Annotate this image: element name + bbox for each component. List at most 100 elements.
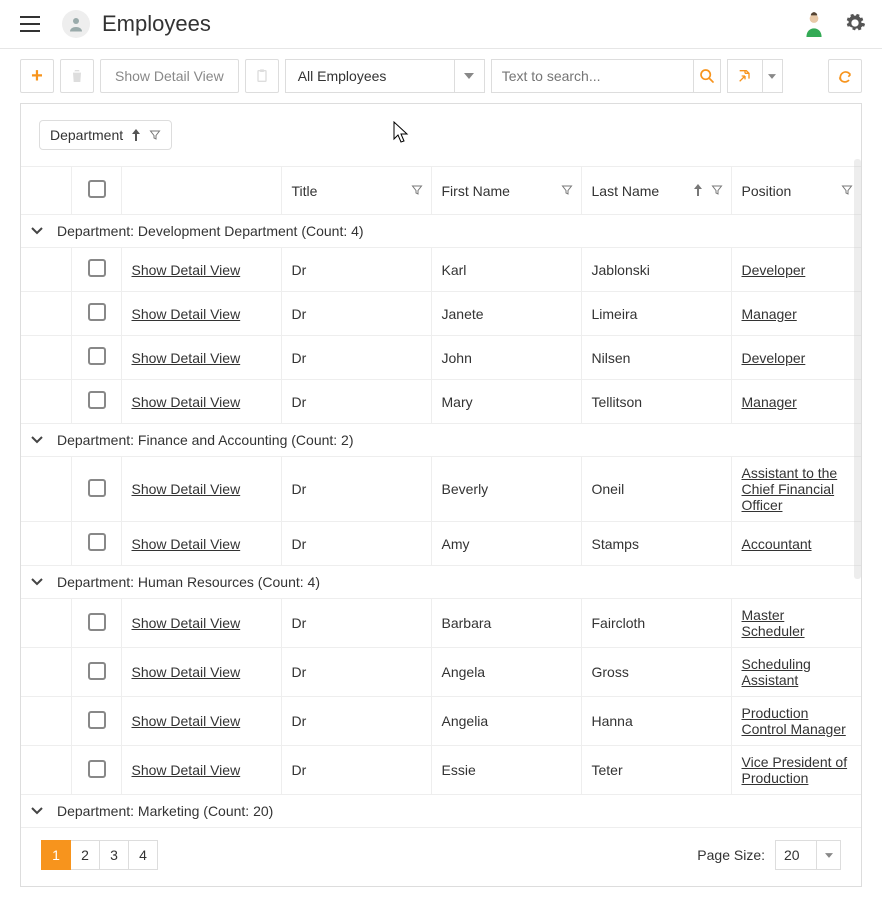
detail-link[interactable]: Show Detail View bbox=[132, 615, 241, 631]
detail-link[interactable]: Show Detail View bbox=[132, 536, 241, 552]
row-checkbox[interactable] bbox=[88, 613, 106, 631]
cell-first-name: Karl bbox=[431, 248, 581, 292]
cell-first-name: Mary bbox=[431, 380, 581, 424]
column-header-first-name[interactable]: First Name bbox=[431, 167, 581, 215]
group-header: Department: Human Resources (Count: 4) bbox=[57, 574, 320, 590]
cell-last-name: Nilsen bbox=[581, 336, 731, 380]
filter-select-label: All Employees bbox=[286, 68, 454, 84]
cell-last-name: Stamps bbox=[581, 522, 731, 566]
clipboard-icon bbox=[254, 68, 270, 84]
cell-first-name: Angelia bbox=[431, 697, 581, 746]
position-link[interactable]: Scheduling Assistant bbox=[742, 656, 811, 688]
row-checkbox[interactable] bbox=[88, 259, 106, 277]
detail-link[interactable]: Show Detail View bbox=[132, 394, 241, 410]
detail-link[interactable]: Show Detail View bbox=[132, 350, 241, 366]
detail-link[interactable]: Show Detail View bbox=[132, 664, 241, 680]
filter-select[interactable]: All Employees bbox=[285, 59, 485, 93]
position-link[interactable]: Developer bbox=[742, 350, 806, 366]
chevron-down-icon bbox=[768, 74, 776, 79]
page-button[interactable]: 2 bbox=[70, 840, 100, 870]
detail-header bbox=[121, 167, 281, 215]
cell-last-name: Hanna bbox=[581, 697, 731, 746]
table-row: Show Detail View DrAngeliaHanna Production… bbox=[21, 697, 861, 746]
position-link[interactable]: Production Control Manager bbox=[742, 705, 846, 737]
group-row[interactable]: Department: Marketing (Count: 20) bbox=[21, 795, 861, 828]
hamburger-icon bbox=[20, 16, 40, 32]
position-link[interactable]: Developer bbox=[742, 262, 806, 278]
cell-title: Dr bbox=[281, 292, 431, 336]
table-row: Show Detail ViewDrAngelaGrossScheduling … bbox=[21, 648, 861, 697]
group-row[interactable]: Department: Finance and Accounting (Coun… bbox=[21, 424, 861, 457]
cell-title: Dr bbox=[281, 746, 431, 795]
row-checkbox[interactable] bbox=[88, 760, 106, 778]
cell-last-name: Jablonski bbox=[581, 248, 731, 292]
position-link[interactable]: Manager bbox=[742, 394, 797, 410]
group-row[interactable]: Department: Development Department (Coun… bbox=[21, 215, 861, 248]
plus-icon: + bbox=[31, 65, 43, 88]
filter-icon[interactable] bbox=[841, 184, 853, 196]
position-link[interactable]: Manager bbox=[742, 306, 797, 322]
cell-title: Dr bbox=[281, 457, 431, 522]
settings-button[interactable] bbox=[844, 12, 866, 37]
export-icon bbox=[737, 68, 753, 84]
trash-icon bbox=[69, 68, 85, 84]
select-all-header[interactable] bbox=[71, 167, 121, 215]
page-size-select[interactable]: 20 bbox=[775, 840, 841, 870]
row-checkbox[interactable] bbox=[88, 347, 106, 365]
filter-icon[interactable] bbox=[711, 184, 723, 196]
column-header-position[interactable]: Position bbox=[731, 167, 861, 215]
table-row: Show Detail ViewDrJohnNilsenDeveloper bbox=[21, 336, 861, 380]
page-size-label: Page Size: bbox=[697, 847, 765, 863]
cell-title: Dr bbox=[281, 697, 431, 746]
search-button[interactable] bbox=[693, 60, 720, 92]
sort-asc-icon bbox=[131, 129, 141, 141]
scrollbar[interactable] bbox=[854, 159, 861, 579]
cell-title: Dr bbox=[281, 380, 431, 424]
refresh-icon bbox=[837, 68, 853, 84]
row-checkbox[interactable] bbox=[88, 391, 106, 409]
group-header: Department: Marketing (Count: 20) bbox=[57, 803, 273, 819]
page-button[interactable]: 4 bbox=[128, 840, 158, 870]
user-avatar[interactable] bbox=[800, 10, 828, 38]
group-row[interactable]: Department: Human Resources (Count: 4) bbox=[21, 566, 861, 599]
cell-first-name: Amy bbox=[431, 522, 581, 566]
detail-link[interactable]: Show Detail View bbox=[132, 762, 241, 778]
delete-button[interactable] bbox=[60, 59, 94, 93]
pager: 1234 bbox=[41, 840, 158, 870]
gear-icon bbox=[844, 12, 866, 34]
filter-icon[interactable] bbox=[561, 184, 573, 196]
search-input[interactable] bbox=[492, 68, 693, 84]
chevron-down-icon bbox=[816, 841, 840, 869]
chevron-down-icon bbox=[454, 60, 484, 92]
filter-icon[interactable] bbox=[411, 184, 423, 196]
refresh-button[interactable] bbox=[828, 59, 862, 93]
detail-link[interactable]: Show Detail View bbox=[132, 481, 241, 497]
position-link[interactable]: Accountant bbox=[742, 536, 812, 552]
column-header-title[interactable]: Title bbox=[281, 167, 431, 215]
show-detail-view-button[interactable]: Show Detail View bbox=[100, 59, 239, 93]
export-button[interactable] bbox=[728, 60, 762, 92]
cell-first-name: Barbara bbox=[431, 599, 581, 648]
cell-first-name: Beverly bbox=[431, 457, 581, 522]
row-checkbox[interactable] bbox=[88, 479, 106, 497]
page-button[interactable]: 3 bbox=[99, 840, 129, 870]
column-header-last-name[interactable]: Last Name bbox=[581, 167, 731, 215]
menu-button[interactable] bbox=[16, 12, 44, 36]
position-link[interactable]: Vice President of Production bbox=[742, 754, 848, 786]
cell-last-name: Limeira bbox=[581, 292, 731, 336]
row-checkbox[interactable] bbox=[88, 662, 106, 680]
page-button[interactable]: 1 bbox=[41, 840, 71, 870]
export-dropdown[interactable] bbox=[762, 60, 782, 92]
cell-title: Dr bbox=[281, 336, 431, 380]
row-checkbox[interactable] bbox=[88, 533, 106, 551]
detail-link[interactable]: Show Detail View bbox=[132, 306, 241, 322]
group-by-chip[interactable]: Department bbox=[39, 120, 172, 150]
new-button[interactable]: + bbox=[20, 59, 54, 93]
detail-link[interactable]: Show Detail View bbox=[132, 713, 241, 729]
row-checkbox[interactable] bbox=[88, 303, 106, 321]
position-link[interactable]: Assistant to the Chief Financial Officer bbox=[742, 465, 838, 513]
select-all-checkbox[interactable] bbox=[88, 180, 106, 198]
clipboard-button[interactable] bbox=[245, 59, 279, 93]
position-link[interactable]: Master Scheduler bbox=[742, 607, 805, 639]
detail-link[interactable]: Show Detail View bbox=[132, 262, 241, 278]
